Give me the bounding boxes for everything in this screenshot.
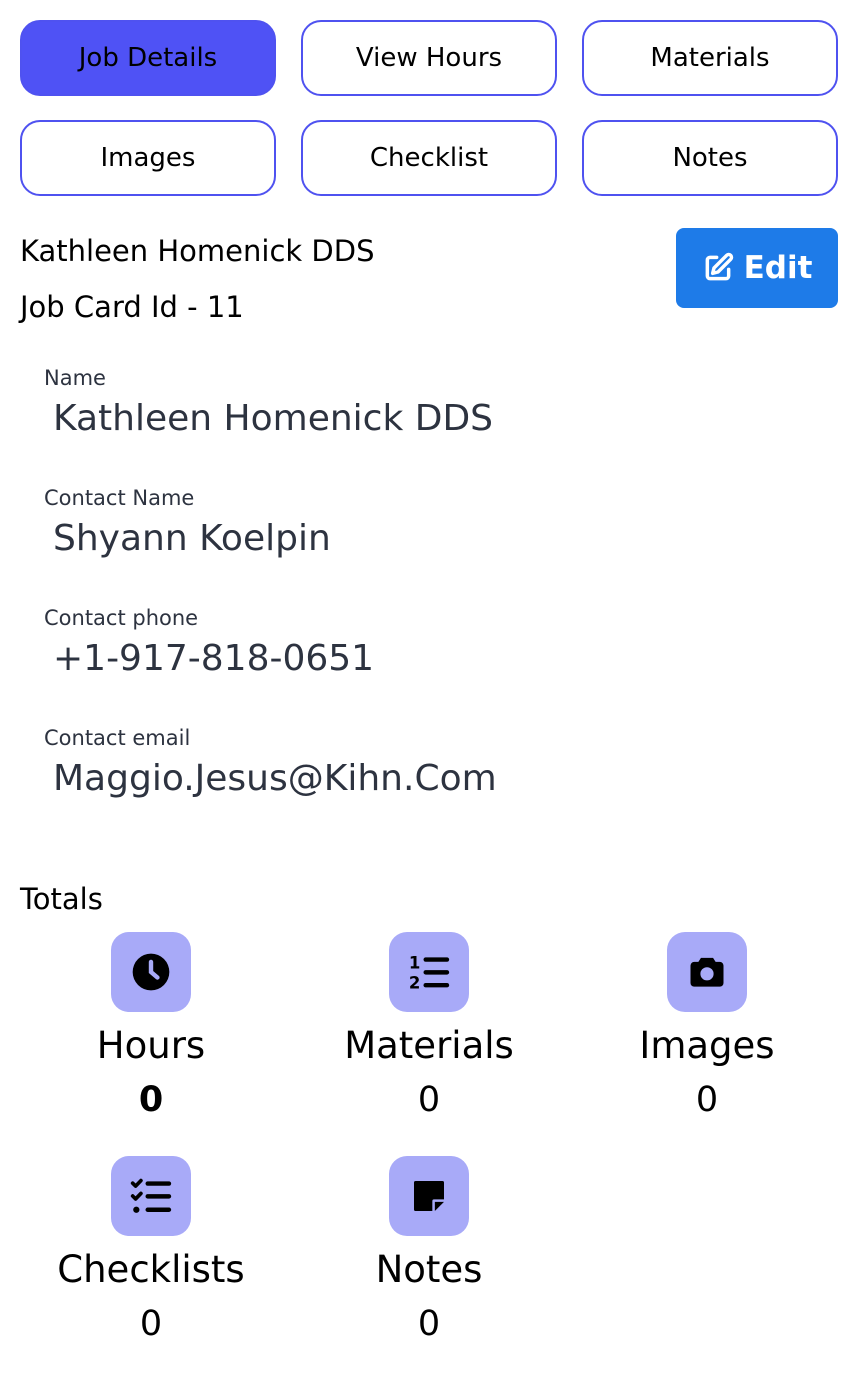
field-value: Maggio.Jesus@Kihn.Com bbox=[53, 758, 497, 799]
stat-notes: Notes 0 bbox=[290, 1156, 568, 1344]
tab-bar: Job Details View Hours Materials Images … bbox=[20, 20, 838, 196]
camera-icon bbox=[690, 957, 724, 987]
field-label: Contact email bbox=[44, 726, 191, 750]
field-label: Contact Name bbox=[44, 486, 195, 510]
svg-text:1: 1 bbox=[409, 953, 420, 972]
field-value: Kathleen Homenick DDS bbox=[53, 398, 494, 439]
field-label: Contact phone bbox=[44, 606, 199, 630]
field-value: Shyann Koelpin bbox=[53, 518, 331, 559]
stat-hours: Hours 0 bbox=[12, 932, 290, 1120]
stat-label: Materials bbox=[344, 1024, 514, 1067]
tab-notes[interactable]: Notes bbox=[582, 120, 838, 196]
stat-label: Checklists bbox=[57, 1248, 245, 1291]
numbered-list-icon: 1 2 bbox=[409, 953, 450, 993]
tab-checklist[interactable]: Checklist bbox=[301, 120, 557, 196]
stat-count: 0 bbox=[417, 1304, 441, 1344]
stat-count: 0 bbox=[139, 1304, 163, 1344]
stat-icon-tile bbox=[667, 932, 747, 1012]
stat-label: Images bbox=[639, 1024, 775, 1067]
stat-icon-tile bbox=[111, 1156, 191, 1236]
stat-label: Hours bbox=[96, 1024, 206, 1067]
tab-materials[interactable]: Materials bbox=[582, 20, 838, 96]
clock-icon bbox=[132, 953, 170, 991]
tab-job-details[interactable]: Job Details bbox=[20, 20, 276, 96]
job-card-id: Job Card Id - 11 bbox=[20, 290, 244, 324]
stat-icon-tile bbox=[389, 1156, 469, 1236]
stat-count: 0 bbox=[417, 1080, 441, 1120]
stat-materials: 1 2 Materials 0 bbox=[290, 932, 568, 1120]
svg-text:2: 2 bbox=[409, 974, 420, 993]
tab-images[interactable]: Images bbox=[20, 120, 276, 196]
field-name: Name Kathleen Homenick DDS bbox=[44, 366, 493, 439]
totals-title: Totals bbox=[20, 882, 103, 916]
edit-icon bbox=[705, 252, 733, 281]
field-label: Name bbox=[44, 366, 106, 390]
stat-count: 0 bbox=[695, 1080, 719, 1120]
field-contact-name: Contact Name Shyann Koelpin bbox=[44, 486, 331, 559]
checklist-icon bbox=[130, 1178, 172, 1213]
stat-icon-tile: 1 2 bbox=[389, 932, 469, 1012]
field-value: +1-917-818-0651 bbox=[53, 638, 375, 679]
tab-view-hours[interactable]: View Hours bbox=[301, 20, 557, 96]
sticky-note-icon bbox=[414, 1181, 444, 1211]
stat-checklists: Checklists 0 bbox=[12, 1156, 290, 1344]
stat-label: Notes bbox=[375, 1248, 483, 1291]
stat-count: 0 bbox=[138, 1080, 164, 1120]
edit-label: Edit bbox=[743, 250, 813, 286]
stat-icon-tile bbox=[111, 932, 191, 1012]
client-title: Kathleen Homenick DDS bbox=[20, 234, 375, 268]
edit-button[interactable]: Edit bbox=[676, 228, 838, 308]
stat-images: Images 0 bbox=[568, 932, 846, 1120]
field-contact-email: Contact email Maggio.Jesus@Kihn.Com bbox=[44, 726, 497, 799]
field-contact-phone: Contact phone +1-917-818-0651 bbox=[44, 606, 374, 679]
